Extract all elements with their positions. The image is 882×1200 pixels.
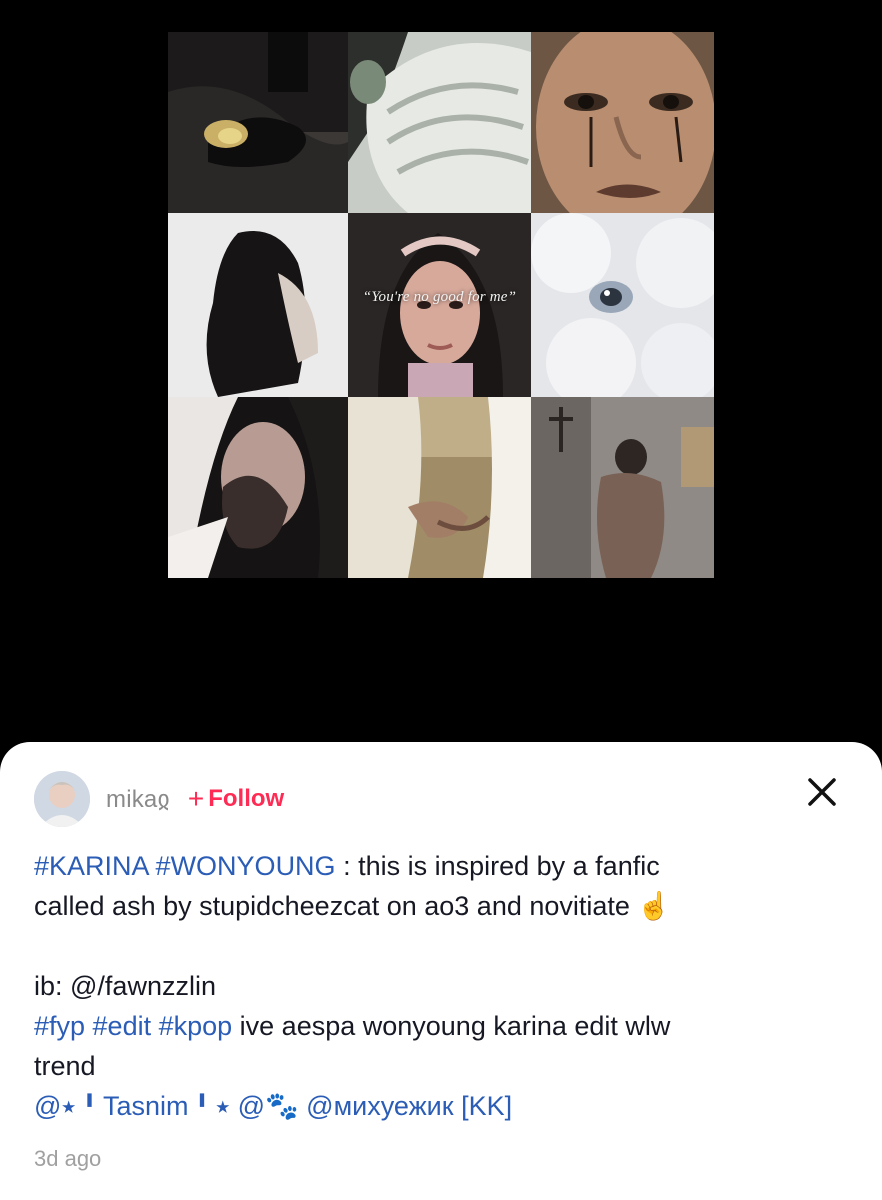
collage-tile-long-hair-girl	[168, 213, 348, 397]
caption-line-4: #fyp #edit #kpop ive aespa wonyoung kari…	[34, 1006, 834, 1046]
collage-tile-nun-hands	[168, 397, 348, 578]
follow-button[interactable]: + Follow	[188, 783, 284, 815]
post-timestamp: 3d ago	[34, 1146, 102, 1171]
follow-label: Follow	[208, 785, 285, 812]
collage-tile-holding-hands	[348, 397, 531, 578]
collage-image: “You're no good for me”	[168, 32, 714, 578]
collage-tile-crucifix-wall	[531, 397, 714, 578]
collage-tile-crying-statue	[531, 32, 714, 213]
mention-3[interactable]: @михуежик [KK]	[306, 1091, 512, 1121]
caption-text-4: ive aespa wonyoung karina edit wlw	[232, 1011, 671, 1041]
collage-tile-white-fur-eye	[531, 213, 714, 397]
mention-1[interactable]: @⭑╹Tasnim╹⭑	[34, 1091, 230, 1121]
caption-hashtags-1[interactable]: #KARINA #WONYOUNG	[34, 851, 336, 881]
plus-icon: +	[187, 783, 205, 814]
video-player[interactable]: “You're no good for me”	[0, 0, 882, 760]
close-icon[interactable]	[802, 772, 842, 812]
caption-hashtags-2[interactable]: #fyp #edit #kpop	[34, 1011, 232, 1041]
caption-mentions: @⭑╹Tasnim╹⭑ @🐾 @михуежик [KK]	[34, 1086, 834, 1126]
overlay-quote: “You're no good for me”	[362, 289, 517, 305]
caption-line-3: ib: @/fawnzzlin	[34, 971, 216, 1001]
avatar[interactable]	[34, 771, 90, 827]
collage-tile-angel-wing	[348, 32, 531, 213]
author-row: mikaჲ + Follow	[34, 770, 284, 828]
mention-2[interactable]: @🐾	[238, 1091, 299, 1121]
caption-line-1: #KARINA #WONYOUNG : this is inspired by …	[34, 846, 834, 886]
caption-line-2: called ash by stupidcheezcat on ao3 and …	[34, 891, 672, 921]
caption-line-5: trend	[34, 1051, 96, 1081]
collage-tile-nun-portrait: “You're no good for me”	[348, 213, 531, 397]
collage-tile-fallen-figure	[168, 32, 348, 213]
post-caption: #KARINA #WONYOUNG : this is inspired by …	[34, 846, 834, 1126]
comment-sheet: mikaჲ + Follow #KARINA #WONYOUNG : this …	[0, 742, 882, 1200]
caption-text-1: : this is inspired by a fanfic	[335, 851, 660, 881]
username[interactable]: mikaჲ	[106, 785, 170, 814]
